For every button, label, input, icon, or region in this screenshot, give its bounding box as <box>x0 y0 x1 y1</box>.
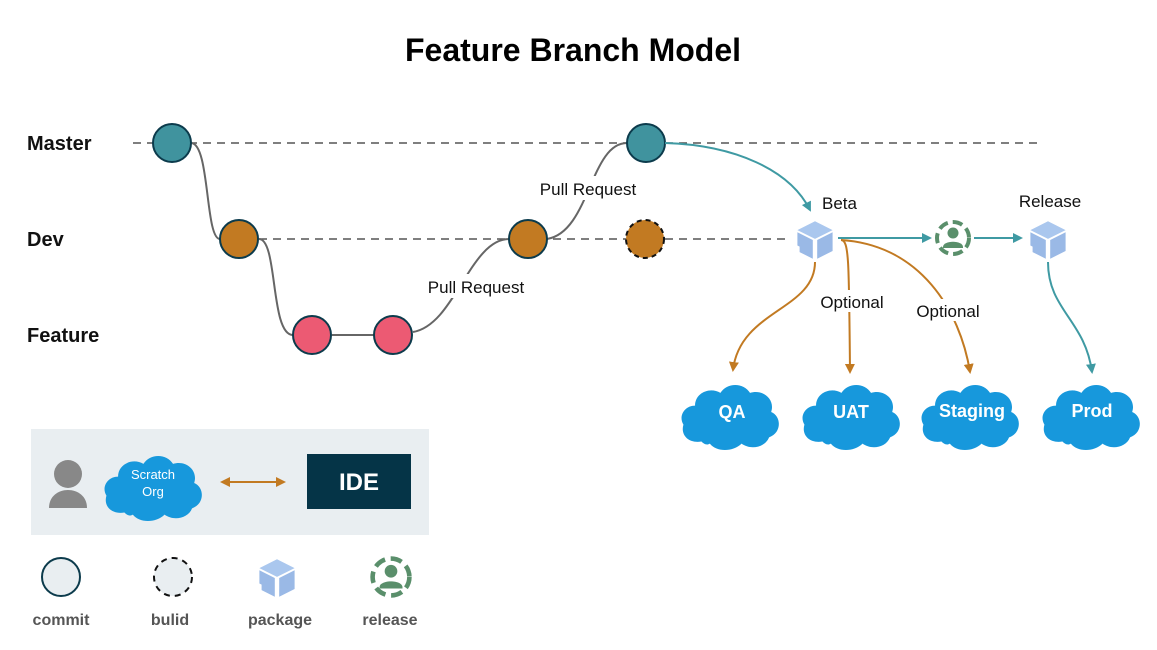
legend-release-icon <box>373 559 410 596</box>
env-cloud-qa[interactable]: QA <box>681 384 779 450</box>
env-cloud-uat[interactable]: UAT <box>802 384 900 450</box>
lane-label-feature: Feature <box>27 325 99 347</box>
env-label-staging: Staging <box>939 401 1005 421</box>
optional-label-staging: Optional <box>916 302 979 321</box>
legend-build-label: bulid <box>151 612 189 629</box>
master-commit-1[interactable] <box>152 123 192 163</box>
legend-release-label: release <box>362 612 417 629</box>
release-icon[interactable] <box>935 220 971 256</box>
dev-build[interactable] <box>625 219 665 259</box>
scratch-org-line2: Org <box>142 484 164 499</box>
arrow-beta-to-qa <box>728 261 816 372</box>
branch-dev-to-feature <box>258 238 294 336</box>
beta-package-icon[interactable] <box>797 221 833 259</box>
ide-label: IDE <box>339 469 379 496</box>
legend-package-label: package <box>248 612 312 629</box>
beta-label: Beta <box>822 194 858 213</box>
env-label-uat: UAT <box>833 402 869 422</box>
legend-build-icon <box>153 557 193 597</box>
optional-label-uat: Optional <box>820 293 883 312</box>
legend-commit-label: commit <box>33 612 91 629</box>
arrow-release-to-prod <box>1047 261 1096 374</box>
master-commit-2[interactable] <box>626 123 666 163</box>
env-label-prod: Prod <box>1071 401 1112 421</box>
arrow-master-to-beta <box>664 142 811 212</box>
legend-commit-icon <box>41 557 81 597</box>
feature-commit-2[interactable] <box>373 315 413 355</box>
env-label-qa: QA <box>719 402 746 422</box>
env-cloud-prod[interactable]: Prod <box>1042 384 1140 450</box>
feature-commit-1[interactable] <box>292 315 332 355</box>
branch-master-to-dev <box>190 142 221 240</box>
ide-box[interactable]: IDE <box>307 454 411 509</box>
env-cloud-staging[interactable]: Staging <box>921 384 1019 450</box>
pull-request-label-feature-dev: Pull Request <box>428 278 525 297</box>
lane-label-master: Master <box>27 133 92 155</box>
scratch-org-line1: Scratch <box>131 467 175 482</box>
legend-package-icon <box>259 559 295 597</box>
release-label: Release <box>1019 192 1081 211</box>
dev-commit-1[interactable] <box>219 219 259 259</box>
feature-branch-diagram: Feature Branch Model Master Dev Feature … <box>27 32 1140 629</box>
pull-request-label-dev-master: Pull Request <box>540 180 637 199</box>
release-package-icon[interactable] <box>1030 221 1066 259</box>
dev-commit-2[interactable] <box>508 219 548 259</box>
diagram-title: Feature Branch Model <box>405 32 741 68</box>
lane-label-dev: Dev <box>27 229 65 251</box>
